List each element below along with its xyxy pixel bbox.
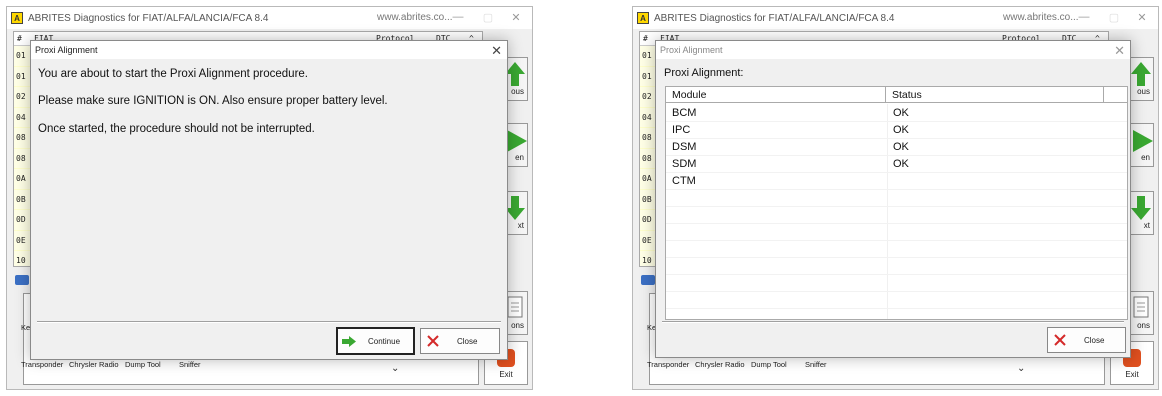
screenshot-right: A ABRITES Diagnostics for FIAT/ALFA/LANC… [632, 6, 1159, 390]
table-row [666, 207, 1127, 224]
abrites-logo-icon: A [637, 12, 649, 24]
exit-button-label: Exit [499, 370, 513, 379]
row-module: SDM [672, 158, 697, 170]
tool-chrysler-radio[interactable]: Chrysler Radio [69, 360, 119, 369]
up-arrow-icon [1131, 62, 1151, 86]
down-arrow-icon [1131, 196, 1151, 220]
instruction-line-2: Please make sure IGNITION is ON. Also en… [38, 95, 388, 107]
green-arrow-icon [342, 336, 356, 347]
dialog-title-bar: Proxi Alignment ✕ [656, 41, 1130, 59]
document-icon [1133, 296, 1149, 318]
table-row [666, 241, 1127, 258]
next-button-label: xt [517, 221, 524, 230]
proxi-alignment-results-dialog: Proxi Alignment ✕ Proxi Alignment: Modul… [655, 40, 1131, 358]
table-row[interactable]: BCM OK [666, 105, 1127, 122]
red-x-icon [1054, 334, 1066, 346]
row-module: BCM [672, 107, 697, 119]
maximize-button[interactable]: ▢ [482, 11, 494, 24]
dialog-title: Proxi Alignment [660, 45, 723, 55]
red-x-icon [427, 335, 439, 347]
table-row [666, 190, 1127, 207]
tool-sniffer[interactable]: Sniffer [805, 360, 827, 369]
document-icon [507, 296, 523, 318]
row-module: IPC [672, 124, 691, 136]
continue-button[interactable]: Continue [336, 327, 415, 355]
title-bar: A ABRITES Diagnostics for FIAT/ALFA/LANC… [7, 7, 532, 29]
continue-button-label: Continue [368, 337, 401, 346]
window-close-button[interactable]: ✕ [1136, 11, 1148, 24]
tool-dump-tool[interactable]: Dump Tool [751, 360, 787, 369]
table-row [666, 258, 1127, 275]
car-icon [641, 275, 655, 285]
table-row [666, 292, 1127, 309]
app-title: ABRITES Diagnostics for FIAT/ALFA/LANCIA… [28, 12, 269, 24]
row-status: OK [893, 124, 909, 136]
row-status: OK [893, 158, 909, 170]
right-arrow-icon [1133, 130, 1153, 152]
table-row[interactable]: CTM [666, 173, 1127, 190]
options-button-label: ons [1137, 321, 1150, 330]
row-module: DSM [672, 141, 697, 153]
app-url: www.abrites.co... [377, 12, 453, 23]
dialog-close-icon[interactable]: ✕ [491, 42, 502, 60]
table-row[interactable]: DSM OK [666, 139, 1127, 156]
chevron-down-icon[interactable]: ⌄ [1017, 363, 1025, 374]
tool-transponder[interactable]: Transponder [647, 360, 689, 369]
options-button-label: ons [511, 321, 524, 330]
col-status[interactable]: Status [886, 87, 1104, 103]
chevron-down-icon[interactable]: ⌄ [391, 363, 399, 374]
car-icon [15, 275, 29, 285]
tool-chrysler-radio[interactable]: Chrysler Radio [695, 360, 745, 369]
results-table[interactable]: Module Status BCM OK IPC OK DSM OK SDM O… [665, 86, 1128, 320]
dialog-close-icon[interactable]: ✕ [1114, 42, 1125, 60]
abrites-logo-icon: A [11, 12, 23, 24]
exit-button-label: Exit [1125, 370, 1139, 379]
table-row [666, 224, 1127, 241]
close-button-label: Close [1084, 336, 1105, 345]
open-button-label: en [1141, 153, 1150, 162]
col-module[interactable]: Module [666, 87, 886, 103]
instruction-line-3: Once started, the procedure should not b… [38, 123, 315, 135]
table-row [666, 275, 1127, 292]
col-num: # [17, 34, 22, 43]
screenshot-left: A ABRITES Diagnostics for FIAT/ALFA/LANC… [6, 6, 533, 390]
next-button-label: xt [1143, 221, 1150, 230]
close-button-label: Close [457, 337, 478, 346]
minimize-button[interactable]: — [452, 11, 464, 23]
tool-dump-tool[interactable]: Dump Tool [125, 360, 161, 369]
row-status: OK [893, 107, 909, 119]
window-close-button[interactable]: ✕ [510, 11, 522, 24]
minimize-button[interactable]: — [1078, 11, 1090, 23]
tool-sniffer[interactable]: Sniffer [179, 360, 201, 369]
row-module: CTM [672, 175, 696, 187]
title-bar: A ABRITES Diagnostics for FIAT/ALFA/LANC… [633, 7, 1158, 29]
col-spacer [1104, 87, 1127, 103]
col-num: # [643, 34, 648, 43]
close-button[interactable]: Close [1047, 327, 1126, 353]
app-title: ABRITES Diagnostics for FIAT/ALFA/LANCIA… [654, 12, 895, 24]
row-status: OK [893, 141, 909, 153]
close-button[interactable]: Close [420, 328, 500, 354]
previous-button-label: ous [1137, 87, 1150, 96]
dialog-separator [662, 321, 1124, 323]
open-button-label: en [515, 153, 524, 162]
tool-transponder[interactable]: Transponder [21, 360, 63, 369]
proxi-alignment-dialog: Proxi Alignment ✕ You are about to start… [30, 40, 508, 360]
dialog-separator [37, 321, 501, 323]
down-arrow-icon [505, 196, 525, 220]
instruction-line-1: You are about to start the Proxi Alignme… [38, 68, 308, 80]
up-arrow-icon [505, 62, 525, 86]
app-url: www.abrites.co... [1003, 12, 1079, 23]
dialog-heading: Proxi Alignment: [664, 67, 744, 79]
previous-button-label: ous [511, 87, 524, 96]
right-arrow-icon [507, 130, 527, 152]
dialog-title: Proxi Alignment [35, 45, 98, 55]
maximize-button[interactable]: ▢ [1108, 11, 1120, 24]
table-row[interactable]: IPC OK [666, 122, 1127, 139]
table-row[interactable]: SDM OK [666, 156, 1127, 173]
dialog-title-bar: Proxi Alignment ✕ [31, 41, 507, 59]
